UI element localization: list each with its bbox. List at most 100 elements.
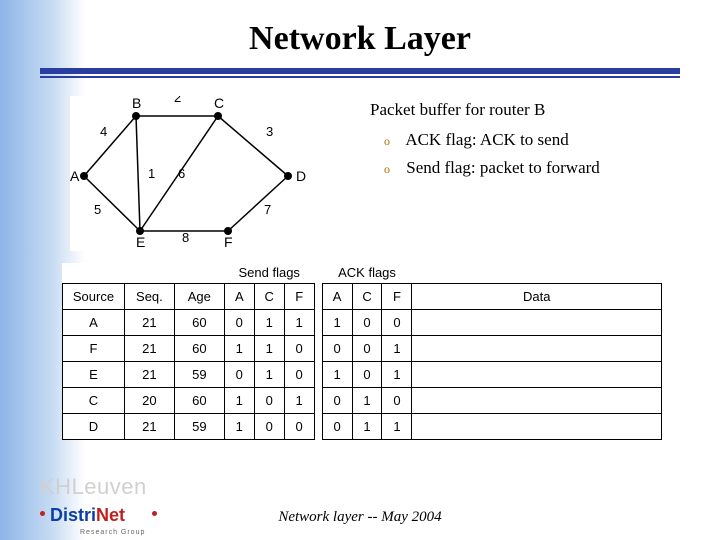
- table-cell: C: [63, 387, 125, 413]
- table-cell: [314, 387, 322, 413]
- logo-subtitle: Research Group: [80, 529, 145, 536]
- bullet-text: Send flag: packet to forward: [406, 158, 600, 177]
- bullet-item: o Send flag: packet to forward: [384, 158, 690, 178]
- table-cell: [412, 309, 662, 335]
- graph-edge: [84, 116, 136, 176]
- bullet-item: o ACK flag: ACK to send: [384, 130, 690, 150]
- watermark-text: KHLeuven: [40, 474, 147, 500]
- graph-node-label: F: [224, 234, 233, 250]
- table-cell: 0: [254, 387, 284, 413]
- table-column-header: C: [352, 283, 382, 309]
- table-cell: A: [63, 309, 125, 335]
- table-cell: [314, 335, 322, 361]
- table-cell: 0: [352, 309, 382, 335]
- table-cell: 59: [174, 361, 224, 387]
- graph-node-label: B: [132, 96, 141, 111]
- table-cell: 1: [322, 309, 352, 335]
- bullet-text: ACK flag: ACK to send: [405, 130, 568, 149]
- graph-edge: [228, 176, 288, 231]
- graph-edge: [136, 116, 140, 231]
- table-cell: 21: [124, 309, 174, 335]
- table-cell: 0: [224, 361, 254, 387]
- network-graph: 42351678ABCDEF: [70, 96, 330, 251]
- table-cell: 59: [174, 413, 224, 439]
- table-column-header: F: [284, 283, 314, 309]
- table-cell: 0: [284, 361, 314, 387]
- table-cell: 1: [254, 361, 284, 387]
- table-group-header: [314, 263, 322, 283]
- table-cell: 0: [284, 335, 314, 361]
- packet-buffer-table: Send flagsACK flagsSourceSeq.AgeACFACFDa…: [62, 263, 662, 440]
- table-column-header: Age: [174, 283, 224, 309]
- title-rule-thick: [40, 68, 680, 74]
- graph-node: [284, 172, 292, 180]
- table-cell: 1: [352, 387, 382, 413]
- table-cell: 21: [124, 335, 174, 361]
- table-row: E2159010101: [63, 361, 662, 387]
- graph-edge: [84, 176, 140, 231]
- table-row: F2160110001: [63, 335, 662, 361]
- footer-text: Network layer -- May 2004: [0, 509, 720, 526]
- table-cell: 1: [224, 413, 254, 439]
- table-cell: 21: [124, 361, 174, 387]
- table-cell: [314, 309, 322, 335]
- table-group-header: [63, 263, 225, 283]
- edge-weight-label: 5: [94, 202, 101, 217]
- table-cell: 1: [254, 335, 284, 361]
- table-cell: [314, 361, 322, 387]
- table-cell: 1: [224, 335, 254, 361]
- table-cell: 0: [382, 309, 412, 335]
- table-cell: 60: [174, 335, 224, 361]
- table-group-header: [412, 263, 662, 283]
- edge-weight-label: 4: [100, 124, 107, 139]
- table-cell: 1: [284, 309, 314, 335]
- edge-weight-label: 7: [264, 202, 271, 217]
- table-cell: 0: [284, 413, 314, 439]
- graph-node-label: D: [296, 168, 306, 184]
- table-column-header: A: [322, 283, 352, 309]
- graph-node: [214, 112, 222, 120]
- table-cell: 0: [352, 361, 382, 387]
- page-title: Network Layer: [0, 20, 720, 58]
- table-cell: 0: [352, 335, 382, 361]
- bullet-marker-icon: o: [384, 162, 394, 177]
- bullet-list: Packet buffer for router B o ACK flag: A…: [370, 100, 690, 186]
- bullet-heading: Packet buffer for router B: [370, 100, 690, 120]
- table-cell: [314, 413, 322, 439]
- table-group-header: Send flags: [224, 263, 314, 283]
- edge-weight-label: 8: [182, 230, 189, 245]
- graph-svg: 42351678ABCDEF: [70, 96, 330, 251]
- graph-node-label: A: [70, 168, 80, 184]
- table-cell: 1: [382, 335, 412, 361]
- table-cell: 0: [382, 387, 412, 413]
- table-column-header: [314, 283, 322, 309]
- table-cell: 1: [382, 361, 412, 387]
- edge-weight-label: 6: [178, 166, 185, 181]
- table-cell: [412, 335, 662, 361]
- graph-node: [80, 172, 88, 180]
- table-row: D2159100011: [63, 413, 662, 439]
- table-cell: 1: [322, 361, 352, 387]
- graph-node: [132, 112, 140, 120]
- table-cell: 0: [322, 413, 352, 439]
- edge-weight-label: 2: [174, 96, 181, 105]
- table-column-header: Seq.: [124, 283, 174, 309]
- table-cell: 60: [174, 309, 224, 335]
- table-cell: [412, 413, 662, 439]
- table-cell: 60: [174, 387, 224, 413]
- table-column-header: Source: [63, 283, 125, 309]
- table-column-header: Data: [412, 283, 662, 309]
- bullet-marker-icon: o: [384, 134, 394, 149]
- graph-edge: [218, 116, 288, 176]
- title-rule-thin: [40, 76, 680, 78]
- table-column-header: C: [254, 283, 284, 309]
- table-cell: 1: [382, 413, 412, 439]
- table-cell: 1: [352, 413, 382, 439]
- edge-weight-label: 1: [148, 166, 155, 181]
- table-cell: [412, 387, 662, 413]
- table-cell: D: [63, 413, 125, 439]
- table-cell: 0: [322, 387, 352, 413]
- table-cell: 21: [124, 413, 174, 439]
- graph-node-label: C: [214, 96, 224, 111]
- table-cell: [412, 361, 662, 387]
